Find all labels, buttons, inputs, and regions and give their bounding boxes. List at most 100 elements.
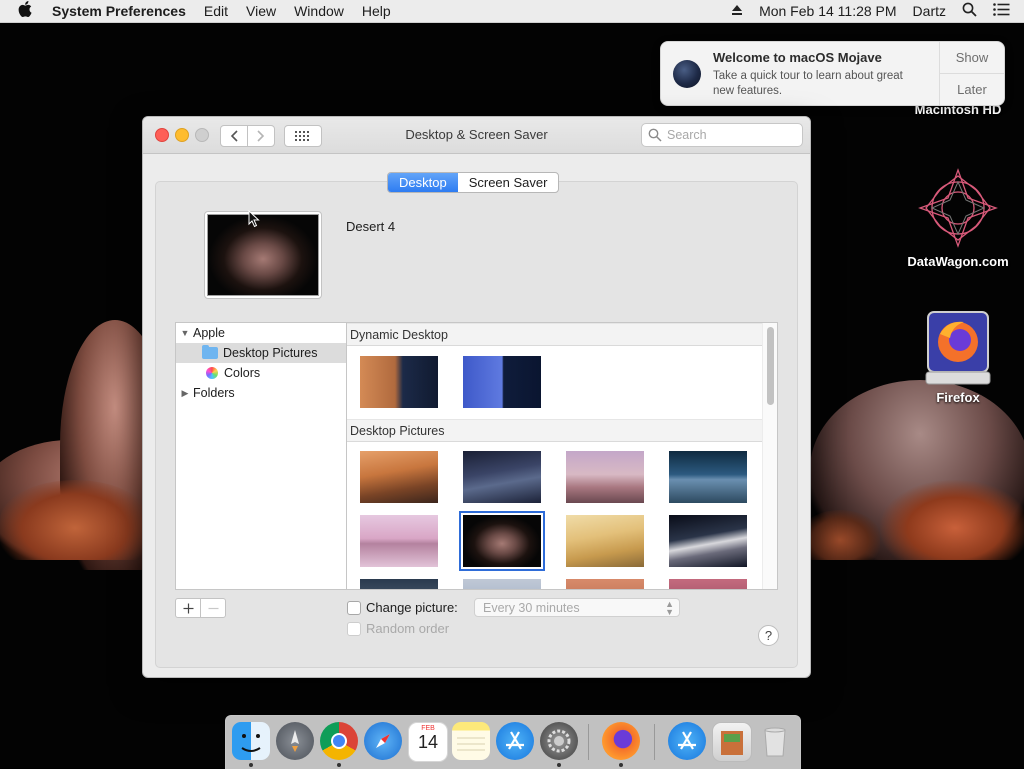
color-wheel-icon bbox=[206, 367, 218, 379]
dock-chrome-icon[interactable] bbox=[320, 722, 358, 760]
menubar-clock[interactable]: Mon Feb 14 11:28 PM bbox=[759, 3, 896, 19]
dock-trash-icon[interactable] bbox=[756, 722, 794, 760]
current-picture-preview[interactable] bbox=[204, 211, 322, 299]
random-order-option[interactable]: Random order bbox=[347, 621, 449, 636]
source-item-desktop-pictures[interactable]: Desktop Pictures bbox=[176, 343, 347, 363]
dock-launchpad-icon[interactable] bbox=[276, 722, 314, 760]
search-input[interactable] bbox=[665, 127, 789, 143]
picture-name: Desert 4 bbox=[346, 219, 396, 234]
gallery-section-header: Desktop Pictures bbox=[347, 419, 764, 442]
running-indicator bbox=[337, 763, 341, 767]
popup-arrows-icon: ▲ ▼ bbox=[665, 598, 674, 617]
source-group-label: Folders bbox=[193, 386, 235, 400]
running-indicator bbox=[249, 763, 253, 767]
wallpaper-thumbnail[interactable] bbox=[360, 579, 438, 589]
spotlight-search-icon[interactable] bbox=[962, 2, 977, 20]
calendar-month: FEB bbox=[421, 725, 435, 732]
source-group-folders[interactable]: ▶ Folders bbox=[176, 383, 347, 403]
running-indicator bbox=[557, 763, 561, 767]
dock-calendar-icon[interactable]: FEB 14 bbox=[408, 722, 448, 762]
apple-menu-icon[interactable] bbox=[18, 1, 38, 21]
desert-4-preview-image bbox=[207, 214, 319, 296]
app-menu[interactable]: System Preferences bbox=[52, 3, 186, 19]
desktop-icon-label: Firefox bbox=[936, 390, 980, 405]
disclosure-right-icon[interactable]: ▶ bbox=[180, 388, 190, 399]
folder-icon bbox=[202, 345, 218, 359]
tab-screen-saver[interactable]: Screen Saver bbox=[458, 173, 559, 192]
mouse-cursor-icon bbox=[248, 209, 260, 231]
window-menu[interactable]: Window bbox=[294, 3, 344, 19]
dock-downloads-icon[interactable] bbox=[668, 722, 706, 760]
wallpaper-thumbnail-selected[interactable] bbox=[459, 511, 545, 571]
wallpaper-thumbnail[interactable] bbox=[669, 515, 747, 567]
change-picture-option[interactable]: Change picture: bbox=[347, 600, 458, 615]
wallpaper-thumbnail[interactable] bbox=[566, 515, 644, 567]
wallpaper-thumbnail[interactable] bbox=[566, 451, 644, 503]
wallpaper-thumbnail[interactable] bbox=[463, 579, 541, 589]
dock-firefox-icon[interactable] bbox=[602, 722, 640, 760]
help-menu[interactable]: Help bbox=[362, 3, 391, 19]
mojave-app-icon bbox=[673, 60, 701, 88]
remove-folder-button[interactable] bbox=[201, 599, 225, 617]
edit-menu[interactable]: Edit bbox=[204, 3, 228, 19]
notification-later-button[interactable]: Later bbox=[940, 74, 1004, 105]
dock-safari-icon[interactable] bbox=[364, 722, 402, 760]
dock-documents-stack-icon[interactable] bbox=[712, 722, 752, 762]
gallery-scrollbar[interactable] bbox=[762, 323, 777, 589]
wallpaper-thumbnail[interactable] bbox=[360, 451, 438, 503]
picture-gallery: Dynamic Desktop Desktop Pictures bbox=[346, 322, 778, 590]
wallpaper-foliage-right-small bbox=[800, 510, 880, 560]
source-group-label: Apple bbox=[193, 326, 225, 340]
interval-value: Every 30 minutes bbox=[483, 600, 580, 615]
desktop-icon-label: DataWagon.com bbox=[907, 254, 1009, 269]
dock-finder-icon[interactable] bbox=[232, 722, 270, 760]
wallpaper-thumbnail[interactable] bbox=[669, 579, 747, 589]
dock-notes-icon[interactable] bbox=[452, 722, 490, 760]
window-titlebar[interactable]: Desktop & Screen Saver bbox=[143, 117, 810, 154]
dock: FEB 14 bbox=[225, 715, 801, 769]
gallery-section-header: Dynamic Desktop bbox=[347, 323, 764, 346]
minus-icon bbox=[208, 607, 218, 609]
desktop-icon-datawagon[interactable]: DataWagon.com bbox=[898, 166, 1018, 269]
random-order-label: Random order bbox=[366, 621, 450, 636]
tab-control: Desktop Screen Saver bbox=[387, 172, 560, 193]
wallpaper-thumbnail[interactable] bbox=[669, 451, 747, 503]
source-group-apple[interactable]: ▼ Apple bbox=[176, 323, 347, 343]
running-indicator bbox=[619, 763, 623, 767]
source-item-colors[interactable]: Colors bbox=[176, 363, 347, 383]
source-list: ▼ Apple Desktop Pictures Colors ▶ Folder… bbox=[175, 322, 347, 590]
wallpaper-thumbnail[interactable] bbox=[360, 356, 438, 408]
tab-desktop[interactable]: Desktop bbox=[388, 173, 458, 192]
dock-separator bbox=[588, 724, 589, 760]
wallpaper-foliage-left bbox=[0, 480, 150, 560]
wallpaper-thumbnail[interactable] bbox=[360, 515, 438, 567]
wallpaper-thumbnail[interactable] bbox=[566, 579, 644, 589]
menubar-user[interactable]: Dartz bbox=[913, 3, 946, 19]
wallpaper-thumbnail[interactable] bbox=[463, 356, 541, 408]
source-item-label: Desktop Pictures bbox=[223, 346, 318, 360]
dock-app-store-icon[interactable] bbox=[496, 722, 534, 760]
desktop-icon-firefox[interactable]: Firefox bbox=[898, 310, 1018, 405]
add-folder-button[interactable] bbox=[176, 599, 201, 617]
add-remove-buttons bbox=[175, 598, 226, 618]
wallpaper-thumbnail[interactable] bbox=[463, 451, 541, 503]
change-interval-popup[interactable]: Every 30 minutes ▲ ▼ bbox=[474, 598, 680, 617]
view-menu[interactable]: View bbox=[246, 3, 276, 19]
firefox-drive-icon bbox=[924, 310, 992, 386]
search-field[interactable] bbox=[641, 123, 803, 147]
change-picture-checkbox[interactable] bbox=[347, 600, 361, 615]
disclosure-down-icon[interactable]: ▼ bbox=[180, 328, 190, 338]
eject-icon[interactable] bbox=[731, 3, 743, 19]
wallpaper-foliage-right bbox=[880, 480, 1024, 560]
dock-system-preferences-icon[interactable] bbox=[540, 722, 578, 760]
help-button[interactable]: ? bbox=[758, 625, 779, 646]
random-order-checkbox[interactable] bbox=[347, 621, 361, 636]
notification-show-button[interactable]: Show bbox=[940, 42, 1004, 74]
notification-banner[interactable]: Welcome to macOS Mojave Take a quick tou… bbox=[660, 41, 1005, 106]
search-icon bbox=[648, 128, 662, 142]
plus-icon bbox=[183, 603, 193, 613]
notification-center-icon[interactable] bbox=[993, 3, 1010, 19]
calendar-day: 14 bbox=[417, 732, 439, 752]
scrollbar-thumb[interactable] bbox=[767, 327, 774, 405]
notification-message: Take a quick tour to learn about great n… bbox=[713, 70, 903, 97]
